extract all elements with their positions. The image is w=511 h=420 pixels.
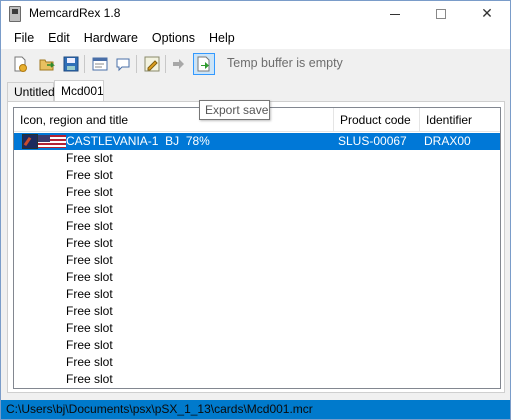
column-header-identifier[interactable]: Identifier	[420, 108, 500, 132]
tab-untitled[interactable]: Untitled	[7, 82, 55, 101]
row-title: Free slot	[66, 372, 113, 386]
list-row[interactable]: CASTLEVANIA-1 BJ 78% SLUS-00067 DRAX00	[14, 133, 500, 150]
list-row[interactable]: Free slot	[14, 303, 500, 320]
temp-buffer-status: Temp buffer is empty	[227, 56, 343, 70]
open-card-button[interactable]	[36, 53, 58, 75]
menu-edit[interactable]: Edit	[41, 27, 77, 49]
new-file-icon	[14, 56, 27, 72]
list-row[interactable]: Free slot	[14, 354, 500, 371]
memory-card-icon	[9, 6, 21, 22]
column-header-title[interactable]: Icon, region and title	[14, 108, 334, 132]
list-row[interactable]: Free slot	[14, 167, 500, 184]
list-row[interactable]: Free slot	[14, 235, 500, 252]
list-row[interactable]: Free slot	[14, 218, 500, 235]
minimize-button[interactable]	[372, 1, 418, 27]
list-row[interactable]: Free slot	[14, 371, 500, 388]
comment-bubble-icon	[116, 58, 130, 72]
row-title: Free slot	[66, 287, 113, 301]
row-title: Free slot	[66, 236, 113, 250]
status-bar: C:\Users\bj\Documents\psx\pSX_1_13\cards…	[1, 400, 510, 419]
edit-icon-button[interactable]	[141, 53, 163, 75]
save-card-button[interactable]	[60, 53, 82, 75]
floppy-disk-icon	[63, 56, 79, 72]
toolbar-separator	[84, 55, 85, 73]
menu-bar: File Edit Hardware Options Help	[1, 27, 510, 49]
edit-comment-button[interactable]	[112, 53, 134, 75]
save-list[interactable]: Icon, region and title Product code Iden…	[13, 107, 501, 389]
edit-header-icon	[92, 57, 108, 71]
list-row[interactable]: Free slot	[14, 201, 500, 218]
toolbar: Temp buffer is empty	[1, 49, 510, 77]
open-folder-icon	[39, 59, 55, 71]
list-row[interactable]: Free slot	[14, 286, 500, 303]
maximize-button[interactable]	[418, 1, 464, 27]
export-save-tooltip: Export save	[199, 100, 270, 120]
save-icon	[22, 134, 38, 149]
row-title: Free slot	[66, 355, 113, 369]
title-bar[interactable]: MemcardRex 1.8 ✕	[1, 1, 510, 27]
close-icon: ✕	[481, 6, 493, 22]
tab-mcd001[interactable]: Mcd001	[54, 80, 104, 102]
export-save-button[interactable]	[193, 53, 215, 75]
list-row[interactable]: Free slot	[14, 320, 500, 337]
list-row[interactable]: Free slot	[14, 150, 500, 167]
new-card-button[interactable]	[9, 53, 31, 75]
list-row[interactable]: Free slot	[14, 269, 500, 286]
row-identifier: DRAX00	[424, 134, 471, 148]
paint-icon	[144, 56, 160, 72]
tab-panel: Icon, region and title Product code Iden…	[7, 101, 505, 393]
menu-file[interactable]: File	[7, 27, 41, 49]
list-row[interactable]: Free slot	[14, 337, 500, 354]
column-header-product-code[interactable]: Product code	[334, 108, 420, 132]
close-button[interactable]: ✕	[464, 1, 510, 27]
list-rows: CASTLEVANIA-1 BJ 78% SLUS-00067 DRAX00 F…	[14, 133, 500, 388]
minimize-icon	[390, 13, 400, 15]
row-title: CASTLEVANIA-1 BJ 78%	[66, 134, 210, 148]
row-title: Free slot	[66, 321, 113, 335]
row-title: Free slot	[66, 219, 113, 233]
edit-header-button[interactable]	[89, 53, 111, 75]
main-window: MemcardRex 1.8 ✕ File Edit Hardware Opti…	[0, 0, 511, 420]
maximize-icon	[436, 9, 446, 19]
menu-help[interactable]: Help	[202, 27, 242, 49]
import-arrow-icon	[173, 59, 184, 69]
list-row[interactable]: Free slot	[14, 252, 500, 269]
row-title: Free slot	[66, 270, 113, 284]
us-flag-icon	[38, 135, 66, 148]
row-title: Free slot	[66, 253, 113, 267]
row-title: Free slot	[66, 185, 113, 199]
row-product-code: SLUS-00067	[338, 134, 407, 148]
import-save-button[interactable]	[168, 53, 190, 75]
file-path: C:\Users\bj\Documents\psx\pSX_1_13\cards…	[6, 402, 313, 416]
window-title: MemcardRex 1.8	[29, 6, 121, 20]
menu-options[interactable]: Options	[145, 27, 202, 49]
row-title: Free slot	[66, 168, 113, 182]
row-title: Free slot	[66, 304, 113, 318]
row-title: Free slot	[66, 338, 113, 352]
row-title: Free slot	[66, 151, 113, 165]
row-title: Free slot	[66, 202, 113, 216]
toolbar-separator	[136, 55, 137, 73]
menu-hardware[interactable]: Hardware	[77, 27, 145, 49]
export-arrow-icon	[197, 56, 210, 72]
toolbar-separator	[165, 55, 166, 73]
list-row[interactable]: Free slot	[14, 184, 500, 201]
